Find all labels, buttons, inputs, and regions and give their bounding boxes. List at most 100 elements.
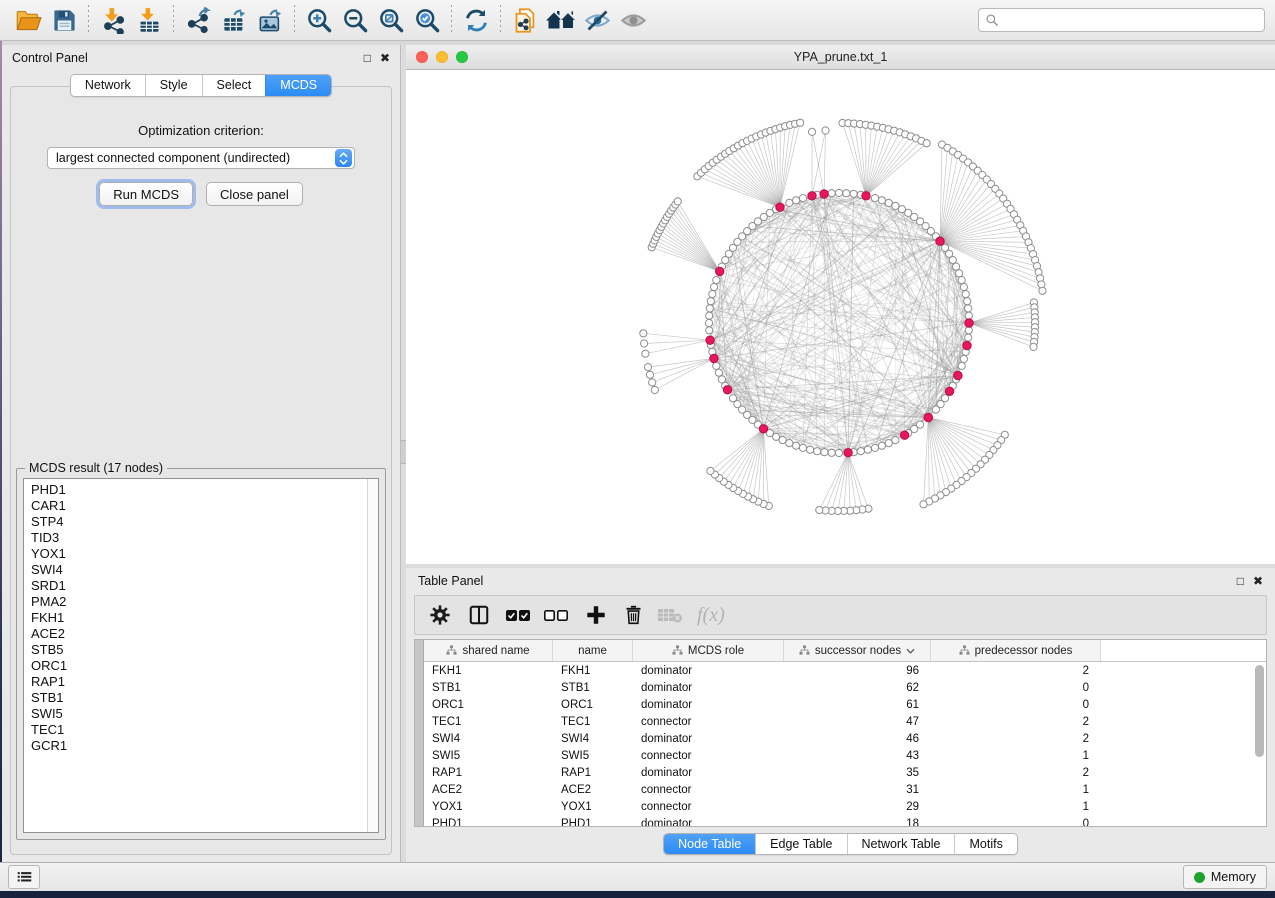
mcds-result-item[interactable]: STP4 [31, 514, 378, 530]
mcds-result-item[interactable]: SWI4 [31, 562, 378, 578]
mcds-result-item[interactable]: PMA2 [31, 594, 378, 610]
cell-shared-name: PHD1 [424, 815, 553, 827]
cell-successor-nodes: 47 [784, 713, 931, 730]
float-panel-icon[interactable]: □ [364, 52, 371, 64]
open-folder-icon[interactable] [10, 3, 46, 37]
table-scrollbar-thumb[interactable] [1255, 665, 1264, 757]
task-history-button[interactable] [8, 865, 40, 889]
table-row[interactable]: RAP1RAP1dominator352 [424, 764, 1266, 781]
delete-table-icon[interactable] [657, 600, 683, 630]
column-header-mcds-role[interactable]: MCDS role [633, 640, 784, 661]
zoom-fit-icon[interactable] [373, 3, 409, 37]
houses-icon[interactable] [543, 3, 579, 37]
close-panel-icon[interactable]: ✖ [380, 52, 390, 64]
splitter-handle[interactable] [401, 440, 406, 464]
tab-network[interactable]: Network [71, 75, 145, 96]
export-table-icon[interactable] [216, 3, 252, 37]
close-panel-button[interactable]: Close panel [206, 182, 303, 206]
vertical-splitter[interactable] [401, 45, 406, 862]
mcds-result-list[interactable]: PHD1CAR1STP4TID3YOX1SWI4SRD1PMA2FKH1ACE2… [23, 478, 379, 833]
zoom-in-icon[interactable] [301, 3, 337, 37]
import-table-icon[interactable] [131, 3, 167, 37]
control-panel: Control Panel □ ✖ NetworkStyleSelectMCDS… [2, 45, 401, 862]
window-zoom-light[interactable] [456, 51, 468, 63]
table-row[interactable]: PHD1PHD1dominator180 [424, 815, 1266, 827]
status-bar: Memory [0, 862, 1275, 891]
optimization-criterion-select[interactable]: largest connected component (undirected) [47, 147, 355, 169]
export-image-icon[interactable] [252, 3, 288, 37]
tab-motifs[interactable]: Motifs [954, 834, 1016, 854]
window-minimize-light[interactable] [436, 51, 448, 63]
tab-select[interactable]: Select [202, 75, 266, 96]
cell-shared-name: YOX1 [424, 798, 553, 815]
table-row[interactable]: FKH1FKH1dominator962 [424, 662, 1266, 679]
save-icon[interactable] [46, 3, 82, 37]
tab-node-table[interactable]: Node Table [664, 834, 755, 854]
mcds-list-scrollbar[interactable] [367, 479, 378, 832]
close-panel-icon[interactable]: ✖ [1253, 575, 1263, 587]
cell-name: SWI5 [553, 747, 633, 764]
zoom-selected-icon[interactable] [409, 3, 445, 37]
column-header-name[interactable]: name [553, 640, 633, 661]
mcds-result-item[interactable]: YOX1 [31, 546, 378, 562]
delete-row-icon[interactable] [623, 600, 644, 630]
export-network-icon[interactable] [180, 3, 216, 37]
hide-eye-icon[interactable] [579, 3, 615, 37]
mcds-result-item[interactable]: STB1 [31, 690, 378, 706]
column-header-predecessor-nodes[interactable]: predecessor nodes [931, 640, 1101, 661]
network-window-titlebar[interactable]: YPA_prune.txt_1 [406, 45, 1275, 70]
task-list-icon [16, 870, 33, 884]
cell-filler [1101, 679, 1266, 696]
table-row[interactable]: STB1STB1dominator620 [424, 679, 1266, 696]
window-close-light[interactable] [416, 51, 428, 63]
settings-gear-icon[interactable] [429, 600, 451, 630]
float-panel-icon[interactable]: □ [1237, 575, 1244, 587]
column-header-shared-name[interactable]: shared name [424, 640, 553, 661]
column-header-label: shared name [462, 645, 529, 657]
cell-predecessor-nodes: 2 [931, 662, 1101, 679]
toolbar-separator [500, 5, 501, 35]
mcds-result-item[interactable]: GCR1 [31, 738, 378, 754]
table-row[interactable]: ORC1ORC1dominator610 [424, 696, 1266, 713]
table-row[interactable]: SWI4SWI4dominator462 [424, 730, 1266, 747]
tab-edge-table[interactable]: Edge Table [755, 834, 846, 854]
function-builder-icon[interactable]: f(x) [697, 600, 725, 630]
mcds-result-item[interactable]: TID3 [31, 530, 378, 546]
run-mcds-button[interactable]: Run MCDS [99, 182, 193, 206]
new-network-file-icon[interactable] [507, 3, 543, 37]
show-eye-icon[interactable] [615, 3, 651, 37]
import-network-icon[interactable] [95, 3, 131, 37]
search-box [978, 8, 1265, 32]
mcds-result-item[interactable]: PHD1 [31, 482, 378, 498]
column-header-successor-nodes[interactable]: successor nodes [784, 640, 931, 661]
deselect-all-checkboxes-icon[interactable] [543, 600, 569, 630]
cell-predecessor-nodes: 2 [931, 764, 1101, 781]
mcds-result-item[interactable]: ACE2 [31, 626, 378, 642]
tab-style[interactable]: Style [145, 75, 202, 96]
select-all-checkboxes-icon[interactable] [505, 600, 531, 630]
table-row[interactable]: ACE2ACE2connector311 [424, 781, 1266, 798]
zoom-out-icon[interactable] [337, 3, 373, 37]
network-graph[interactable] [406, 70, 1275, 564]
mcds-result-item[interactable]: SWI5 [31, 706, 378, 722]
search-input[interactable] [1003, 12, 1258, 28]
tab-network-table[interactable]: Network Table [847, 834, 955, 854]
mcds-result-item[interactable]: SRD1 [31, 578, 378, 594]
mcds-result-item[interactable]: CAR1 [31, 498, 378, 514]
mcds-result-item[interactable]: ORC1 [31, 658, 378, 674]
refresh-icon[interactable] [458, 3, 494, 37]
mcds-result-item[interactable]: STB5 [31, 642, 378, 658]
add-row-icon[interactable] [585, 600, 607, 630]
column-header-label: name [578, 645, 607, 657]
network-view-canvas[interactable] [406, 70, 1275, 564]
table-row[interactable]: SWI5SWI5connector431 [424, 747, 1266, 764]
show-column-icon[interactable] [467, 600, 491, 630]
table-row[interactable]: TEC1TEC1connector472 [424, 713, 1266, 730]
tab-mcds[interactable]: MCDS [265, 75, 331, 96]
table-row[interactable]: YOX1YOX1connector291 [424, 798, 1266, 815]
mcds-result-item[interactable]: FKH1 [31, 610, 378, 626]
mcds-result-item[interactable]: RAP1 [31, 674, 378, 690]
mcds-result-item[interactable]: TEC1 [31, 722, 378, 738]
memory-button[interactable]: Memory [1183, 865, 1267, 889]
cell-filler [1101, 764, 1266, 781]
